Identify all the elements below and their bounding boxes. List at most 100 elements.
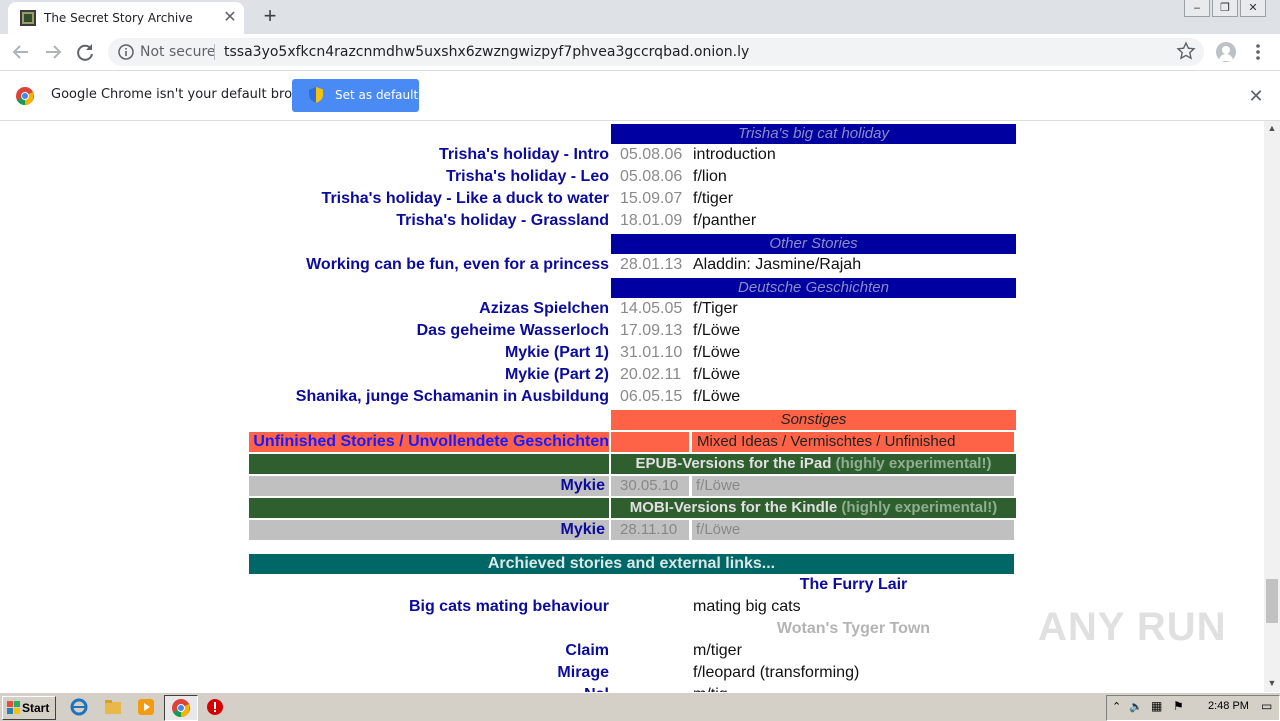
back-arrow-icon[interactable] [10, 41, 32, 63]
uac-shield-icon [309, 87, 323, 103]
mobi-mykie-link[interactable]: Mykie [561, 520, 605, 540]
mobi-left-cell [249, 498, 609, 518]
tab-close-icon[interactable]: ✕ [220, 8, 240, 28]
story-date: 17.09.13 [620, 322, 683, 339]
section-header-other: Other Stories [611, 234, 1016, 254]
forward-arrow-icon[interactable] [42, 41, 64, 63]
set-as-default-button[interactable]: Set as default [292, 79, 419, 112]
tab-secret-story-archive[interactable]: The Secret Story Archive ✕ [8, 2, 244, 34]
story-row: Mykie (Part 1) 31.01.10 f/Löwe [0, 342, 1264, 364]
story-category: f/Löwe [693, 388, 741, 405]
story-link[interactable]: Trisha's holiday - Intro [439, 144, 609, 166]
address-bar[interactable]: Not secure tssa3yo5xfkcn4razcnmdhw5uxshx… [108, 38, 1204, 66]
bookmark-star-icon[interactable] [1176, 41, 1196, 61]
story-date: 20.02.11 [620, 366, 682, 383]
story-date: 14.05.05 [620, 300, 683, 317]
archive-link[interactable]: Nal [584, 684, 609, 692]
volume-icon[interactable]: 🔈 [1129, 700, 1143, 713]
window-close-button[interactable]: ✕ [1240, 0, 1266, 17]
reload-icon[interactable] [74, 41, 96, 63]
section-header-sonstiges: Sonstiges [611, 410, 1016, 430]
story-link[interactable]: Das geheime Wasserloch [417, 320, 609, 342]
archive-row: Nal m/tig [0, 684, 1264, 692]
story-category: Aladdin: Jasmine/Rajah [693, 256, 862, 273]
story-row: Trisha's holiday - Leo 05.08.06 f/lion [0, 166, 1264, 188]
story-link[interactable]: Mykie (Part 2) [505, 364, 609, 386]
action-center-flag-icon[interactable]: ⚑ [1173, 699, 1184, 713]
url-divider [214, 44, 215, 60]
story-category: f/lion [693, 168, 727, 185]
internet-explorer-icon[interactable] [70, 698, 88, 716]
file-explorer-icon[interactable] [104, 698, 122, 716]
window-controls: ‒ ❐ ✕ [1184, 0, 1266, 18]
story-link[interactable]: Trisha's holiday - Like a duck to water [322, 188, 609, 210]
story-link[interactable]: Trisha's holiday - Leo [446, 166, 609, 188]
story-row: Shanika, junge Schamanin in Ausbildung 0… [0, 386, 1264, 408]
story-category: introduction [693, 146, 776, 163]
story-link[interactable]: Trisha's holiday - Grassland [396, 210, 609, 232]
epub-link-cell: Mykie [249, 476, 609, 496]
archive-header: Archieved stories and external links... [249, 554, 1014, 574]
media-player-icon[interactable] [137, 698, 155, 716]
browser-toolbar: Not secure tssa3yo5xfkcn4razcnmdhw5uxshx… [0, 34, 1280, 71]
profile-avatar-icon[interactable] [1216, 42, 1236, 62]
windows-taskbar: Start ⌃ 🔈 ▦ ⚑ ▭ 2:48 PM [0, 692, 1280, 721]
archive-category: f/leopard (transforming) [693, 664, 860, 681]
archive-link[interactable]: Big cats mating behaviour [409, 596, 609, 618]
unfinished-description: Mixed Ideas / Vermischtes / Unfinished [692, 432, 1014, 452]
section-header-big-cat: Trisha's big cat holiday [611, 124, 1016, 144]
story-date: 15.09.07 [620, 190, 683, 207]
unfinished-stories-link[interactable]: Unfinished Stories / Unvollendete Geschi… [253, 432, 609, 452]
story-category: f/panther [693, 212, 757, 229]
start-button[interactable]: Start [2, 696, 56, 720]
story-category: f/Tiger [693, 300, 738, 317]
taskbar-clock[interactable]: 2:48 PM [1208, 700, 1249, 712]
restore-button[interactable]: ❐ [1212, 0, 1238, 17]
show-desktop-icon[interactable]: ▭ [1261, 699, 1272, 713]
network-icon[interactable]: ▦ [1151, 699, 1162, 713]
archive-link[interactable]: Mirage [557, 662, 609, 684]
story-date: 06.05.15 [620, 388, 683, 405]
mobi-experimental: (highly experimental!) [841, 499, 998, 516]
story-category: f/tiger [693, 190, 734, 207]
mobi-category: f/Löwe [692, 520, 1014, 540]
taskbar-chrome-button[interactable] [164, 695, 198, 721]
infobar-message: Google Chrome isn't your default browser [51, 87, 323, 102]
epub-date: 30.05.10 [611, 476, 689, 496]
mobi-header: MOBI-Versions for the Kindle (highly exp… [611, 498, 1016, 518]
scrollbar-thumb[interactable] [1266, 579, 1278, 623]
info-icon[interactable] [118, 44, 134, 60]
tray-expand-icon[interactable]: ⌃ [1112, 700, 1121, 713]
anyrun-watermark: ANY RUN [1038, 605, 1227, 649]
epub-mykie-link[interactable]: Mykie [561, 476, 605, 496]
story-link[interactable]: Mykie (Part 1) [505, 342, 609, 364]
story-link[interactable]: Shanika, junge Schamanin in Ausbildung [296, 386, 609, 408]
windows-logo-icon [7, 701, 20, 714]
minimize-button[interactable]: ‒ [1184, 0, 1210, 17]
scroll-up-arrow-icon[interactable]: ▲ [1264, 123, 1280, 135]
epub-category: f/Löwe [692, 476, 1014, 496]
start-label: Start [22, 701, 50, 715]
infobar-close-icon[interactable]: ✕ [1246, 86, 1266, 106]
unfinished-date-cell [611, 432, 689, 452]
story-date: 31.01.10 [620, 344, 683, 361]
mobi-link-cell: Mykie [249, 520, 609, 540]
tyger-town-link[interactable]: Wotan's Tyger Town [611, 618, 1096, 640]
page-scrollbar[interactable]: ▲ ▼ [1264, 121, 1280, 692]
epub-header: EPUB-Versions for the iPad (highly exper… [611, 454, 1016, 474]
chrome-menu-icon[interactable] [1250, 42, 1266, 62]
scroll-down-arrow-icon[interactable]: ▼ [1264, 678, 1280, 690]
url-text[interactable]: tssa3yo5xfkcn4razcnmdhw5uxshx6zwzngwizpy… [224, 44, 749, 60]
new-tab-button[interactable]: + [258, 5, 282, 29]
story-link[interactable]: Azizas Spielchen [479, 298, 609, 320]
furry-lair-link[interactable]: The Furry Lair [611, 574, 1096, 596]
default-browser-infobar: Google Chrome isn't your default browser… [0, 71, 1280, 121]
story-link[interactable]: Working can be fun, even for a princess [306, 254, 609, 276]
stop-sign-icon[interactable] [206, 698, 224, 716]
archive-row: The Furry Lair [0, 574, 1264, 596]
security-label: Not secure [140, 44, 216, 60]
story-date: 28.01.13 [620, 256, 683, 273]
archive-link[interactable]: Claim [565, 640, 609, 662]
site-favicon-icon [20, 10, 36, 26]
set-as-default-label: Set as default [335, 88, 419, 102]
